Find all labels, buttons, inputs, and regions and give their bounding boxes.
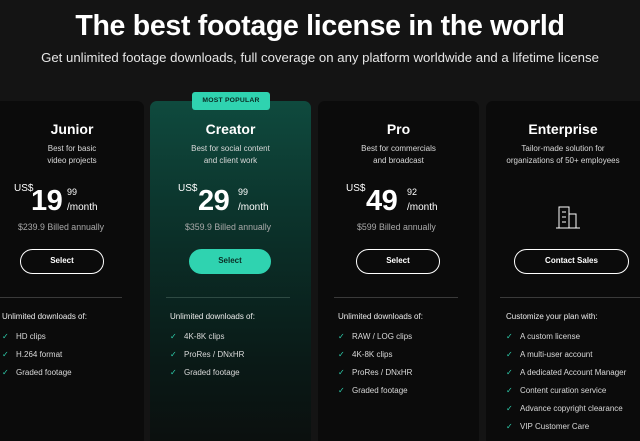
check-icon: ✓ <box>338 332 345 341</box>
feature-item: ProRes / DNxHR <box>352 368 413 377</box>
check-icon: ✓ <box>338 386 345 395</box>
most-popular-badge: MOST POPULAR <box>192 92 270 110</box>
feature-item: VIP Customer Care <box>520 422 590 431</box>
feature-item: 4K-8K clips <box>352 350 393 359</box>
feature-item: Advance copyright clearance <box>520 404 623 413</box>
divider <box>0 297 122 298</box>
plan-name: Junior <box>50 121 94 137</box>
price-cents: 99 <box>67 187 78 197</box>
plan-desc-line: Best for commercials <box>361 144 436 153</box>
hero-subtitle: Get unlimited footage downloads, full co… <box>41 50 599 65</box>
price-currency: US$ <box>346 183 366 194</box>
feature-item: H.264 format <box>16 350 63 359</box>
building-icon <box>556 206 580 229</box>
hero-title: The best footage license in the world <box>75 10 565 42</box>
check-icon: ✓ <box>506 332 513 341</box>
feature-item: A custom license <box>520 332 581 341</box>
plan-card-enterprise: Enterprise Tailor-made solution for orga… <box>486 101 640 441</box>
select-button-creator[interactable]: Select <box>189 249 271 274</box>
check-icon: ✓ <box>170 332 177 341</box>
price-period: /month <box>67 202 98 213</box>
billed-annually: $359.9 Billed annually <box>185 222 272 232</box>
divider <box>500 297 640 298</box>
features-heading: Unlimited downloads of: <box>338 312 423 321</box>
plan-description: Best for commercials and broadcast <box>318 143 479 167</box>
feature-item: HD clips <box>16 332 46 341</box>
check-icon: ✓ <box>170 350 177 359</box>
select-button-junior[interactable]: Select <box>20 249 104 274</box>
price-main: 19 <box>31 185 63 217</box>
divider <box>166 297 290 298</box>
feature-item: Graded footage <box>184 368 240 377</box>
price-cents: 99 <box>238 187 249 197</box>
check-icon: ✓ <box>506 386 513 395</box>
check-icon: ✓ <box>506 422 513 431</box>
price-period: /month <box>238 202 269 213</box>
check-icon: ✓ <box>338 350 345 359</box>
plan-desc-line: and broadcast <box>373 156 424 165</box>
contact-sales-button[interactable]: Contact Sales <box>514 249 629 274</box>
feature-item: Graded footage <box>352 386 408 395</box>
check-icon: ✓ <box>2 332 9 341</box>
plan-description: Tailor-made solution for organizations o… <box>486 143 640 167</box>
feature-item: ProRes / DNxHR <box>184 350 245 359</box>
plan-card-pro: Pro Best for commercials and broadcast U… <box>318 101 479 441</box>
check-icon: ✓ <box>170 368 177 377</box>
divider <box>334 297 458 298</box>
feature-item: A dedicated Account Manager <box>520 368 627 377</box>
check-icon: ✓ <box>2 368 9 377</box>
plan-name: Creator <box>205 121 256 137</box>
feature-item: RAW / LOG clips <box>352 332 413 341</box>
check-icon: ✓ <box>506 368 513 377</box>
features-heading: Unlimited downloads of: <box>2 312 87 321</box>
price-cents: 92 <box>407 187 418 197</box>
plan-desc-line: Best for basic <box>47 144 97 153</box>
plan-desc-line: organizations of 50+ employees <box>506 156 620 165</box>
plan-desc-line: video projects <box>47 156 97 165</box>
billed-annually: $599 Billed annually <box>357 222 436 232</box>
price-main: 29 <box>198 185 230 217</box>
plan-desc-line: and client work <box>203 156 258 165</box>
price-period: /month <box>407 202 438 213</box>
plan-description: Best for basic video projects <box>0 143 144 167</box>
plan-card-junior: Junior Best for basic video projects US$… <box>0 101 144 441</box>
plan-desc-line: Tailor-made solution for <box>521 144 605 153</box>
plan-card-creator: Creator Best for social content and clie… <box>150 101 311 441</box>
price-main: 49 <box>366 185 398 217</box>
feature-item: A multi-user account <box>520 350 593 359</box>
feature-item: 4K-8K clips <box>184 332 225 341</box>
plan-name: Enterprise <box>528 121 598 137</box>
check-icon: ✓ <box>506 404 513 413</box>
billed-annually: $239.9 Billed annually <box>18 222 105 232</box>
plan-name: Pro <box>386 121 411 137</box>
check-icon: ✓ <box>2 350 9 359</box>
feature-item: Graded footage <box>16 368 72 377</box>
price-currency: US$ <box>178 183 198 194</box>
features-heading: Unlimited downloads of: <box>170 312 255 321</box>
select-button-pro[interactable]: Select <box>356 249 440 274</box>
plan-description: Best for social content and client work <box>150 143 311 167</box>
feature-item: Content curation service <box>520 386 607 395</box>
check-icon: ✓ <box>338 368 345 377</box>
check-icon: ✓ <box>506 350 513 359</box>
plan-desc-line: Best for social content <box>191 144 270 153</box>
features-heading: Customize your plan with: <box>506 312 598 321</box>
